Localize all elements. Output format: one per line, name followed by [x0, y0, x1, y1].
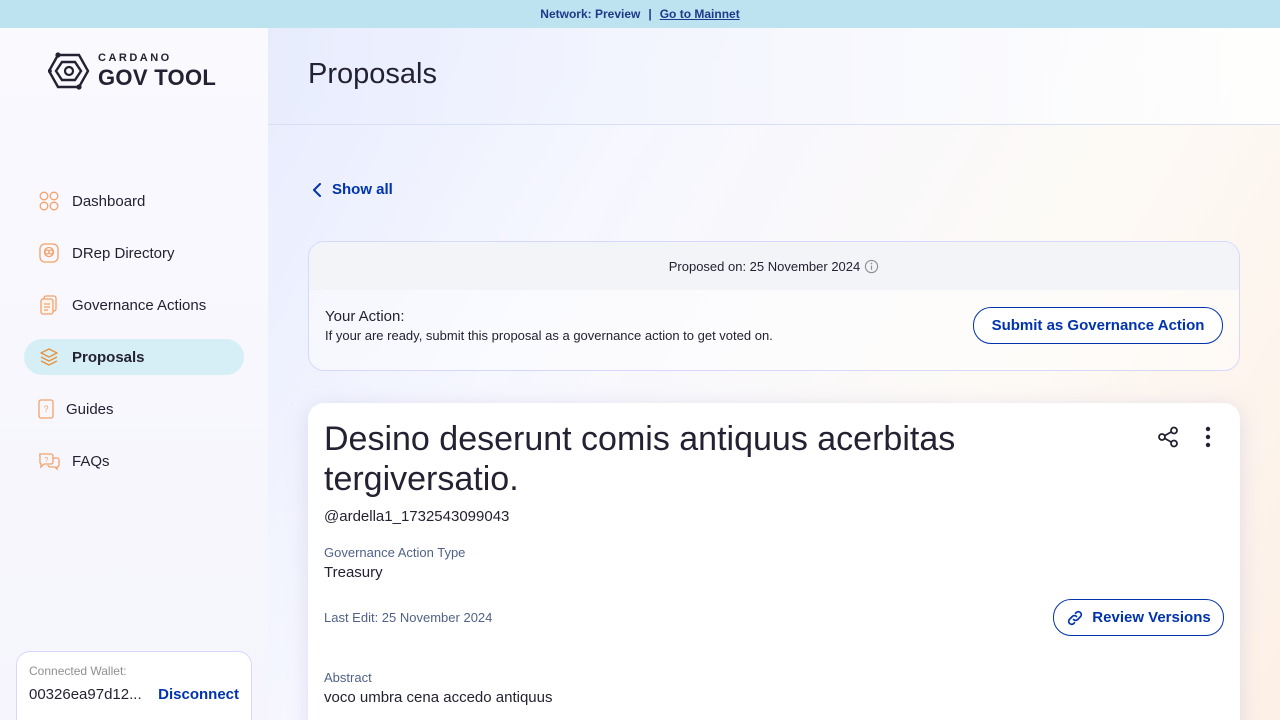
go-to-mainnet-link[interactable]: Go to Mainnet [660, 7, 740, 21]
page-title: Proposals [308, 58, 437, 90]
sidebar-nav: Dashboard DRep Directory Governance Acti… [24, 183, 244, 495]
link-icon [1068, 610, 1083, 625]
abstract-value: voco umbra cena accedo antiquus [324, 689, 553, 706]
disconnect-button[interactable]: Disconnect [158, 686, 239, 703]
drep-directory-icon [38, 242, 60, 264]
sidebar-item-label: Proposals [72, 348, 145, 366]
svg-text:?: ? [45, 457, 49, 464]
logo-cardano-text: CARDANO [98, 52, 172, 64]
submit-as-governance-action-button[interactable]: Submit as Governance Action [973, 307, 1223, 344]
proposal-title: Desino deserunt comis antiquus acerbitas… [324, 420, 956, 498]
sidebar-item-faqs[interactable]: ? FAQs [24, 443, 244, 479]
your-action-card: Proposed on: 25 November 2024 Your Actio… [308, 241, 1240, 371]
main-content: Proposals Show all Proposed on: 25 Novem… [268, 28, 1280, 720]
svg-text:?: ? [43, 404, 48, 414]
cardano-hexagon-icon [48, 52, 90, 90]
your-action-title: Your Action: [325, 308, 405, 325]
review-versions-button[interactable]: Review Versions [1053, 599, 1224, 636]
info-icon[interactable] [864, 259, 879, 274]
proposal-author: @ardella1_1732543099043 [324, 508, 510, 525]
proposed-on-bar: Proposed on: 25 November 2024 [309, 242, 1239, 290]
logo[interactable]: CARDANO GOV TOOL [48, 52, 216, 90]
page-header: Proposals [268, 28, 1280, 125]
network-banner: Network: Preview | Go to Mainnet [0, 0, 1280, 28]
share-icon[interactable] [1156, 425, 1180, 449]
show-all-label: Show all [332, 181, 393, 198]
chevron-left-icon [313, 182, 321, 197]
connected-wallet-panel: Connected Wallet: 00326ea97d12... Discon… [16, 651, 252, 720]
abstract-label: Abstract [324, 670, 372, 685]
your-action-description: If your are ready, submit this proposal … [325, 328, 773, 343]
sidebar-item-label: Governance Actions [72, 296, 207, 314]
sidebar-item-label: FAQs [72, 452, 110, 470]
network-label: Network: Preview [540, 7, 641, 21]
sidebar-item-governance-actions[interactable]: Governance Actions [24, 287, 244, 323]
wallet-label: Connected Wallet: [29, 664, 127, 678]
show-all-link[interactable]: Show all [312, 181, 393, 198]
sidebar-item-drep-directory[interactable]: DRep Directory [24, 235, 244, 271]
sidebar-item-proposals[interactable]: Proposals [24, 339, 244, 375]
logo-govtool-text: GOV TOOL [98, 65, 217, 90]
sidebar: CARDANO GOV TOOL Dashboard DRep Director… [0, 28, 268, 720]
faqs-icon: ? [38, 450, 60, 472]
governance-action-type-value: Treasury [324, 564, 383, 581]
sidebar-item-label: Guides [66, 400, 114, 418]
review-versions-label: Review Versions [1092, 609, 1211, 626]
wallet-address: 00326ea97d12... [29, 686, 142, 703]
dashboard-icon [38, 190, 60, 212]
governance-action-type-label: Governance Action Type [324, 545, 466, 560]
guides-icon: ? [38, 398, 54, 420]
proposed-on-text: Proposed on: 25 November 2024 [668, 258, 861, 274]
proposals-icon [38, 346, 60, 368]
last-edit-text: Last Edit: 25 November 2024 [324, 610, 493, 625]
sidebar-item-label: DRep Directory [72, 244, 175, 262]
governance-actions-icon [38, 294, 60, 316]
more-options-icon[interactable] [1196, 425, 1220, 449]
sidebar-item-guides[interactable]: ? Guides [24, 391, 244, 427]
banner-separator: | [648, 7, 652, 21]
proposal-card: Desino deserunt comis antiquus acerbitas… [308, 403, 1240, 720]
sidebar-item-label: Dashboard [72, 192, 146, 210]
sidebar-item-dashboard[interactable]: Dashboard [24, 183, 244, 219]
